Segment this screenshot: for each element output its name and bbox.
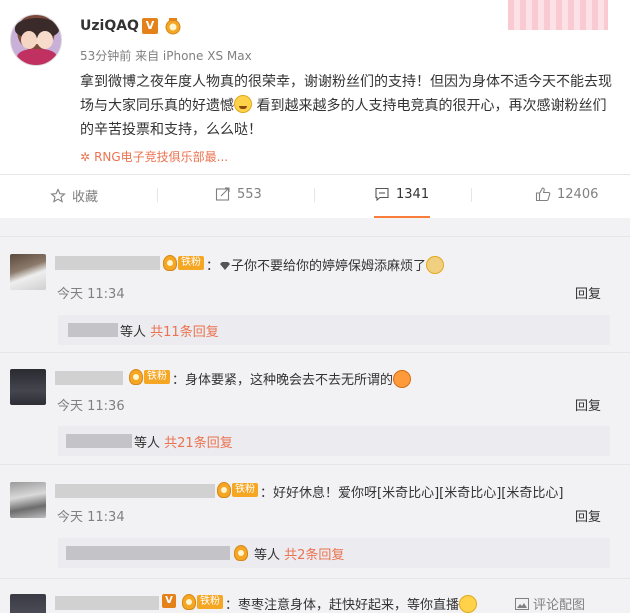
comment-image-link[interactable]: 评论配图 [515, 594, 585, 613]
comment-text: ：子你不要给你的婷婷保姆添麻烦了 [206, 255, 445, 274]
comment-divider [0, 352, 630, 353]
comment-time: 今天 11:34 [57, 287, 125, 302]
replier-name-blurred [66, 546, 230, 560]
view-replies-link[interactable]: 共11条回复 [150, 325, 219, 340]
favorite-button[interactable]: 收藏 [50, 186, 98, 205]
comment-list: 铁粉 ：子你不要给你的婷婷保姆添麻烦了 今天 11:34 回复 等人 共11条回… [0, 228, 630, 613]
post-text: 拿到微博之夜年度人物真的很荣幸，谢谢粉丝们的支持！但因为身体不适今天不能去现场与… [80, 70, 620, 142]
crying-emoji-icon [459, 595, 478, 613]
comment-text: ：好好休息！爱你呀[米奇比心][米奇比心][米奇比心] [260, 486, 564, 501]
commenter-name-blurred[interactable] [55, 371, 123, 385]
replier-name-blurred [68, 323, 118, 337]
reply-button[interactable]: 回复 [575, 506, 601, 525]
fan-medal-icon [182, 594, 196, 610]
crying-emoji-icon [234, 95, 252, 113]
action-separator [157, 188, 158, 202]
replier-name-blurred [66, 434, 132, 448]
fan-medal-icon [129, 369, 143, 385]
thumbs-up-icon [535, 187, 551, 202]
commenter-name-blurred[interactable] [55, 596, 159, 610]
fan-medal-icon [163, 255, 177, 271]
author-avatar[interactable] [10, 14, 62, 66]
super-topic-icon: ✲ [80, 150, 91, 164]
comment-time: 今天 11:36 [57, 399, 125, 414]
comment-divider [0, 236, 630, 237]
reply-summary[interactable]: 等人 共11条回复 [58, 315, 610, 345]
active-tab-indicator [374, 216, 430, 218]
action-separator [314, 188, 315, 202]
comment-icon [375, 187, 389, 202]
comment-text: ：枣枣注意身体，赶快好起来，等你直播 [225, 594, 478, 613]
fan-badge: 铁粉 [217, 482, 258, 498]
commenter-avatar[interactable] [10, 482, 46, 518]
reply-button[interactable]: 回复 [575, 283, 601, 302]
commenter-name-blurred[interactable] [55, 484, 215, 498]
weibo-post-card: UziQAQ V 53分钟前 来自 iPhone XS Max 拿到微博之夜年度… [0, 0, 630, 218]
comment-text: ：身体要紧，这种晚会去不去无所谓的 [172, 369, 412, 388]
view-replies-link[interactable]: 共21条回复 [164, 436, 233, 451]
action-separator [471, 188, 472, 202]
post-meta: 53分钟前 来自 iPhone XS Max [80, 49, 252, 63]
author-username[interactable]: UziQAQ [80, 18, 139, 34]
comment-divider [0, 578, 630, 579]
star-icon [50, 187, 66, 203]
kiss-emoji-icon [393, 370, 412, 388]
verified-badge-icon: V [162, 594, 176, 608]
fan-medal-icon [217, 482, 231, 498]
commenter-avatar[interactable] [10, 594, 46, 613]
fan-medal-icon [165, 18, 181, 35]
fan-medal-icon [234, 545, 248, 561]
action-divider [0, 174, 630, 175]
image-icon [515, 597, 529, 610]
doge-emoji-icon [426, 256, 445, 274]
commenter-avatar[interactable] [10, 254, 46, 290]
commenter-avatar[interactable] [10, 369, 46, 405]
diamond-icon [220, 262, 231, 270]
post-tag-link[interactable]: ✲ RNG电子竞技俱乐部最... [80, 148, 228, 165]
blurred-region [508, 0, 608, 30]
reply-button[interactable]: 回复 [575, 395, 601, 414]
commenter-name-blurred[interactable] [55, 256, 160, 270]
comment-time: 今天 11:34 [57, 510, 125, 525]
reply-summary[interactable]: 等人 共2条回复 [58, 538, 610, 568]
fan-badge: 铁粉 [182, 594, 223, 610]
fan-badge: 铁粉 [129, 369, 170, 385]
view-replies-link[interactable]: 共2条回复 [284, 548, 344, 563]
repost-icon [215, 187, 230, 201]
fan-badge: 铁粉 [163, 255, 204, 271]
comment-button[interactable]: 1341 [374, 186, 429, 202]
repost-button[interactable]: 553 [215, 186, 262, 202]
reply-summary[interactable]: 等人 共21条回复 [58, 426, 610, 456]
verified-badge-icon: V [142, 18, 158, 34]
like-button[interactable]: 12406 [535, 186, 598, 202]
comment-divider [0, 464, 630, 465]
